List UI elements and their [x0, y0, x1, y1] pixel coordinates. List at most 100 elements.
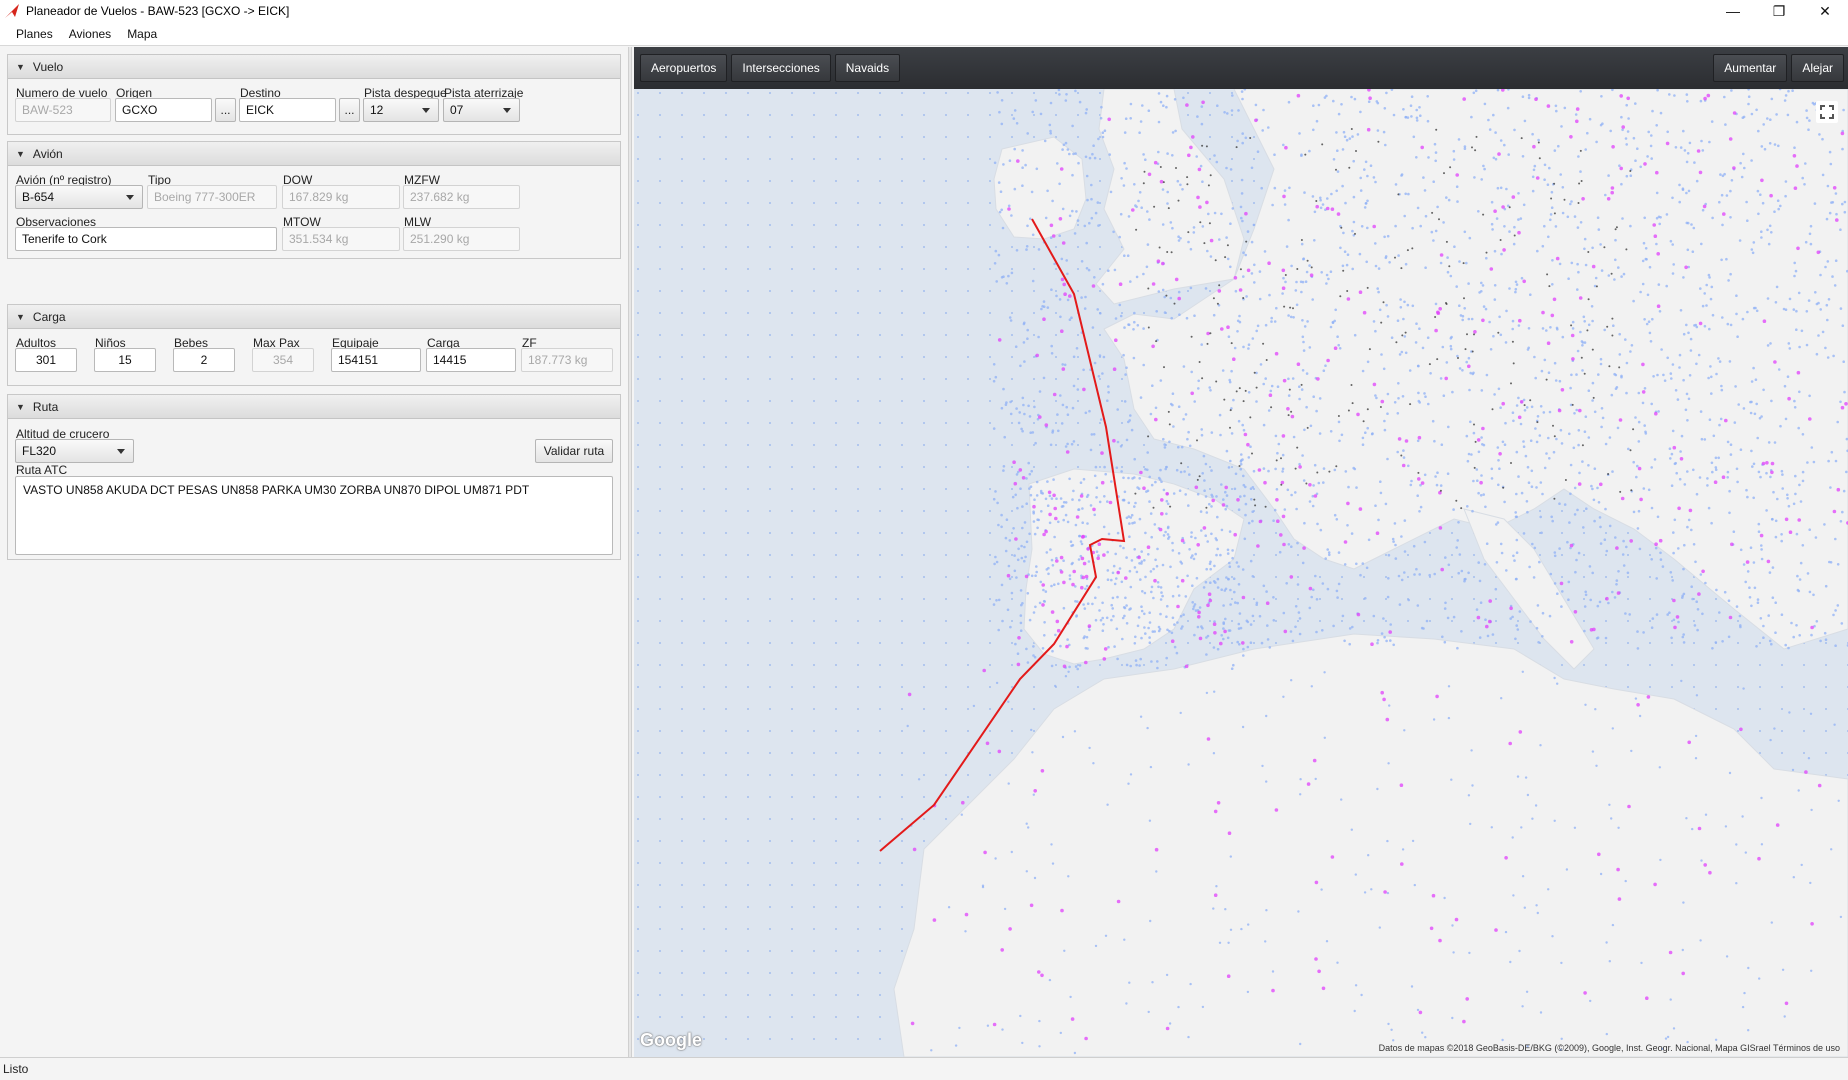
pista-despegue-select[interactable]: 12 — [363, 98, 439, 122]
carga-field[interactable]: 14415 — [426, 348, 516, 372]
zoom-in-button[interactable]: Aumentar — [1713, 54, 1788, 82]
panel-splitter[interactable] — [628, 47, 632, 1057]
nav-point — [1438, 307, 1442, 311]
nav-point — [1710, 285, 1714, 289]
destino-browse-button[interactable]: ... — [339, 98, 360, 122]
nav-point — [954, 1044, 958, 1047]
nav-point — [1192, 607, 1195, 611]
nav-point — [1377, 140, 1380, 143]
destino-field[interactable]: EICK — [239, 98, 336, 122]
nav-point — [1077, 508, 1080, 512]
ruta-header[interactable]: ▼ Ruta — [8, 395, 620, 419]
nav-point — [1560, 1037, 1563, 1040]
nav-point — [1216, 577, 1220, 581]
observaciones-field[interactable]: Tenerife to Cork — [15, 227, 277, 251]
menu-planes[interactable]: Planes — [8, 27, 61, 41]
nav-point — [1083, 635, 1086, 638]
tab-navaids[interactable]: Navaids — [834, 54, 901, 82]
fullscreen-button[interactable] — [1816, 101, 1838, 123]
menu-mapa[interactable]: Mapa — [119, 27, 165, 41]
nav-point — [1410, 479, 1413, 483]
nav-point — [1310, 266, 1313, 269]
nav-point — [1599, 243, 1602, 246]
origen-browse-button[interactable]: ... — [215, 98, 236, 122]
nav-point — [1730, 89, 1733, 92]
nav-point — [1446, 616, 1450, 620]
avion-header[interactable]: ▼ Avión — [8, 142, 620, 166]
altitud-select[interactable]: FL320 — [15, 439, 134, 463]
validar-ruta-button[interactable]: Validar ruta — [535, 439, 613, 463]
nav-point — [1385, 639, 1388, 643]
nav-point — [1515, 404, 1519, 407]
nav-point — [1170, 316, 1173, 320]
nav-point — [1019, 364, 1022, 368]
nav-point — [1152, 596, 1155, 600]
nav-point — [1125, 622, 1129, 625]
nav-point — [1380, 399, 1385, 404]
nav-point — [1127, 782, 1130, 785]
nav-point — [1553, 554, 1557, 558]
nav-point — [1299, 280, 1303, 284]
minimize-button[interactable]: — — [1710, 0, 1756, 22]
ninos-field[interactable]: 15 — [94, 348, 156, 372]
nav-point — [1009, 319, 1013, 322]
tab-intersecciones[interactable]: Intersecciones — [731, 54, 831, 82]
nav-point — [1783, 384, 1787, 388]
ruta-atc-textarea[interactable]: VASTO UN858 AKUDA DCT PESAS UN858 PARKA … — [15, 476, 613, 555]
nav-point — [1033, 532, 1037, 536]
nav-point — [997, 749, 1002, 754]
nav-point — [1807, 299, 1811, 302]
nav-point — [1101, 282, 1105, 286]
nav-point — [1471, 509, 1474, 513]
close-button[interactable]: ✕ — [1802, 0, 1848, 22]
nav-point — [1146, 210, 1149, 213]
nav-point — [1163, 311, 1167, 314]
bebes-field[interactable]: 2 — [173, 348, 235, 372]
registro-select[interactable]: B-654 — [15, 185, 143, 209]
nav-point — [1474, 89, 1478, 93]
origen-field[interactable]: GCXO — [115, 98, 212, 122]
nav-point — [1668, 93, 1671, 96]
map-canvas[interactable] — [634, 89, 1848, 1057]
nav-point — [1215, 553, 1218, 557]
nav-point — [1723, 95, 1726, 99]
nav-point — [1417, 435, 1422, 440]
nav-point — [1832, 354, 1835, 358]
nav-point — [1021, 184, 1024, 187]
nav-point — [1298, 617, 1302, 620]
nav-point — [1532, 168, 1536, 172]
nav-point — [1294, 625, 1297, 629]
nav-point — [1799, 561, 1803, 565]
nav-point — [1536, 421, 1539, 424]
nav-point — [1143, 170, 1146, 173]
nav-point — [1000, 122, 1004, 126]
nav-point — [1315, 409, 1318, 413]
menu-aviones[interactable]: Aviones — [61, 27, 119, 41]
nav-point — [1238, 320, 1242, 324]
pista-aterrizaje-select[interactable]: 07 — [443, 98, 520, 122]
nav-point — [1403, 550, 1407, 553]
nav-point — [1766, 228, 1769, 232]
nav-point — [1019, 1014, 1022, 1018]
nav-point — [1092, 762, 1095, 765]
nav-point — [1776, 497, 1779, 501]
nav-point — [1041, 647, 1045, 650]
zoom-out-button[interactable]: Alejar — [1791, 54, 1844, 82]
nav-point — [1143, 559, 1146, 562]
tab-aeropuertos[interactable]: Aeropuertos — [640, 54, 728, 82]
nav-point — [1548, 614, 1552, 618]
pista-despegue-value: 12 — [370, 103, 384, 117]
nav-point — [1629, 539, 1633, 543]
nav-point — [1681, 971, 1685, 976]
nav-point — [1321, 986, 1326, 991]
carga-header[interactable]: ▼ Carga — [8, 305, 620, 329]
nav-point — [1628, 613, 1631, 616]
adultos-field[interactable]: 301 — [15, 348, 77, 372]
vuelo-header[interactable]: ▼ Vuelo — [8, 55, 620, 79]
restore-button[interactable]: ❐ — [1756, 0, 1802, 22]
nav-point — [1741, 317, 1745, 321]
nav-point — [1446, 270, 1450, 274]
equipaje-field[interactable]: 154151 — [331, 348, 421, 372]
nav-point — [1179, 614, 1183, 618]
nav-point — [1383, 890, 1387, 894]
